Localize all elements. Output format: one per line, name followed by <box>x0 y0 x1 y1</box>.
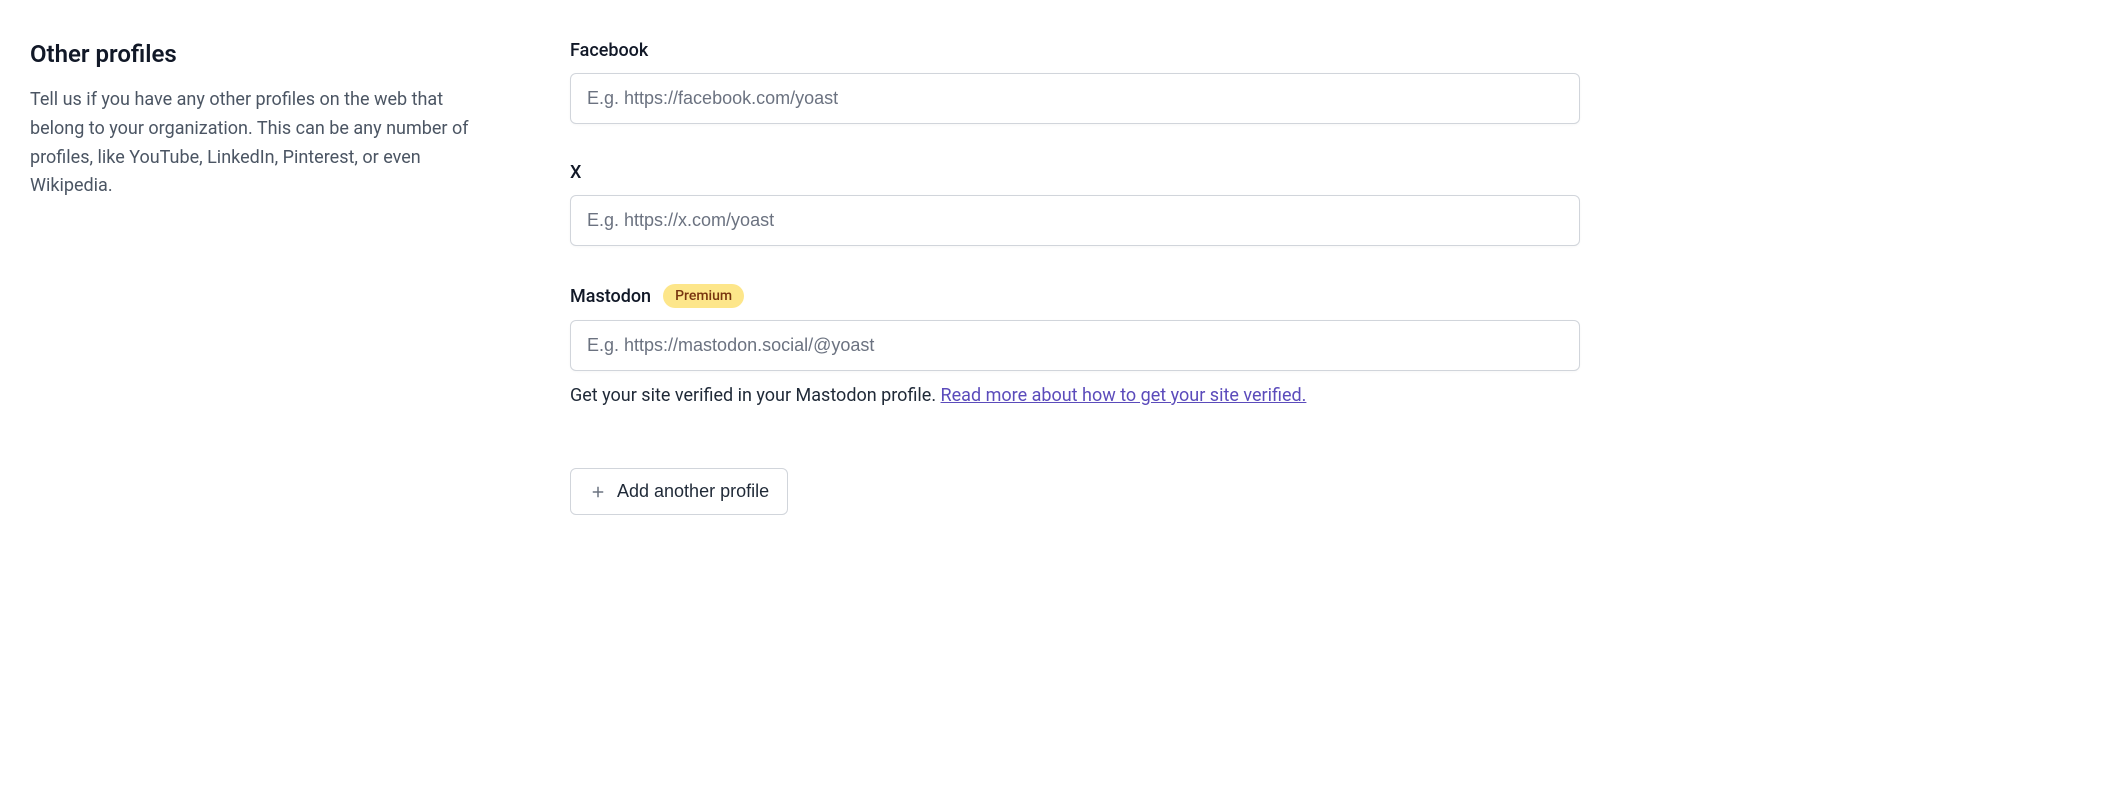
mastodon-help-link[interactable]: Read more about how to get your site ver… <box>941 385 1307 406</box>
facebook-field-group: Facebook <box>570 40 1580 124</box>
section-title: Other profiles <box>30 40 470 68</box>
mastodon-help-text: Get your site verified in your Mastodon … <box>570 385 1580 406</box>
premium-badge: Premium <box>663 284 744 308</box>
section-description: Tell us if you have any other profiles o… <box>30 86 470 201</box>
x-field-group: X <box>570 162 1580 246</box>
x-label: X <box>570 162 581 183</box>
add-button-label: Add another profile <box>617 481 769 502</box>
mastodon-input[interactable] <box>570 320 1580 371</box>
plus-icon <box>589 483 607 501</box>
mastodon-help-text-prefix: Get your site verified in your Mastodon … <box>570 385 941 406</box>
facebook-input[interactable] <box>570 73 1580 124</box>
mastodon-field-group: Mastodon Premium Get your site verified … <box>570 284 1580 406</box>
add-another-profile-button[interactable]: Add another profile <box>570 468 788 515</box>
x-input[interactable] <box>570 195 1580 246</box>
facebook-label: Facebook <box>570 40 648 61</box>
mastodon-label: Mastodon <box>570 286 651 307</box>
